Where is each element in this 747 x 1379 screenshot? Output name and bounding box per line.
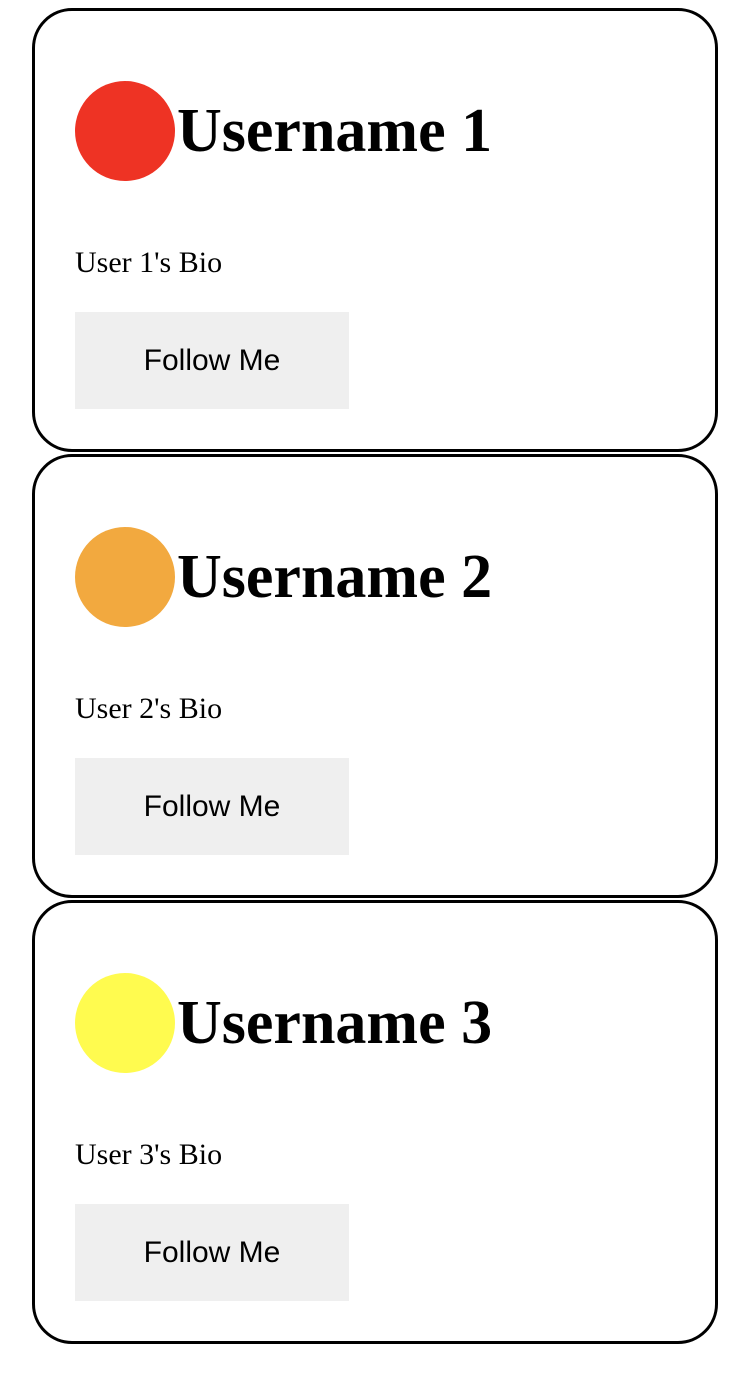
avatar (75, 527, 175, 627)
user-bio: User 2's Bio (75, 692, 223, 725)
user-bio: User 1's Bio (75, 246, 223, 279)
user-bio: User 3's Bio (75, 1138, 223, 1171)
avatar (75, 81, 175, 181)
username: Username 3 (177, 989, 493, 1057)
follow-button[interactable]: Follow Me (75, 1204, 349, 1301)
profile-card: Username 2 User 2's Bio Follow Me (32, 454, 718, 898)
username: Username 2 (177, 543, 493, 611)
avatar (75, 973, 175, 1073)
username: Username 1 (177, 97, 493, 165)
follow-button[interactable]: Follow Me (75, 758, 349, 855)
profile-card: Username 1 User 1's Bio Follow Me (32, 8, 718, 452)
profile-card-list: Username 1 User 1's Bio Follow Me Userna… (32, 8, 718, 1346)
profile-card: Username 3 User 3's Bio Follow Me (32, 900, 718, 1344)
follow-button[interactable]: Follow Me (75, 312, 349, 409)
